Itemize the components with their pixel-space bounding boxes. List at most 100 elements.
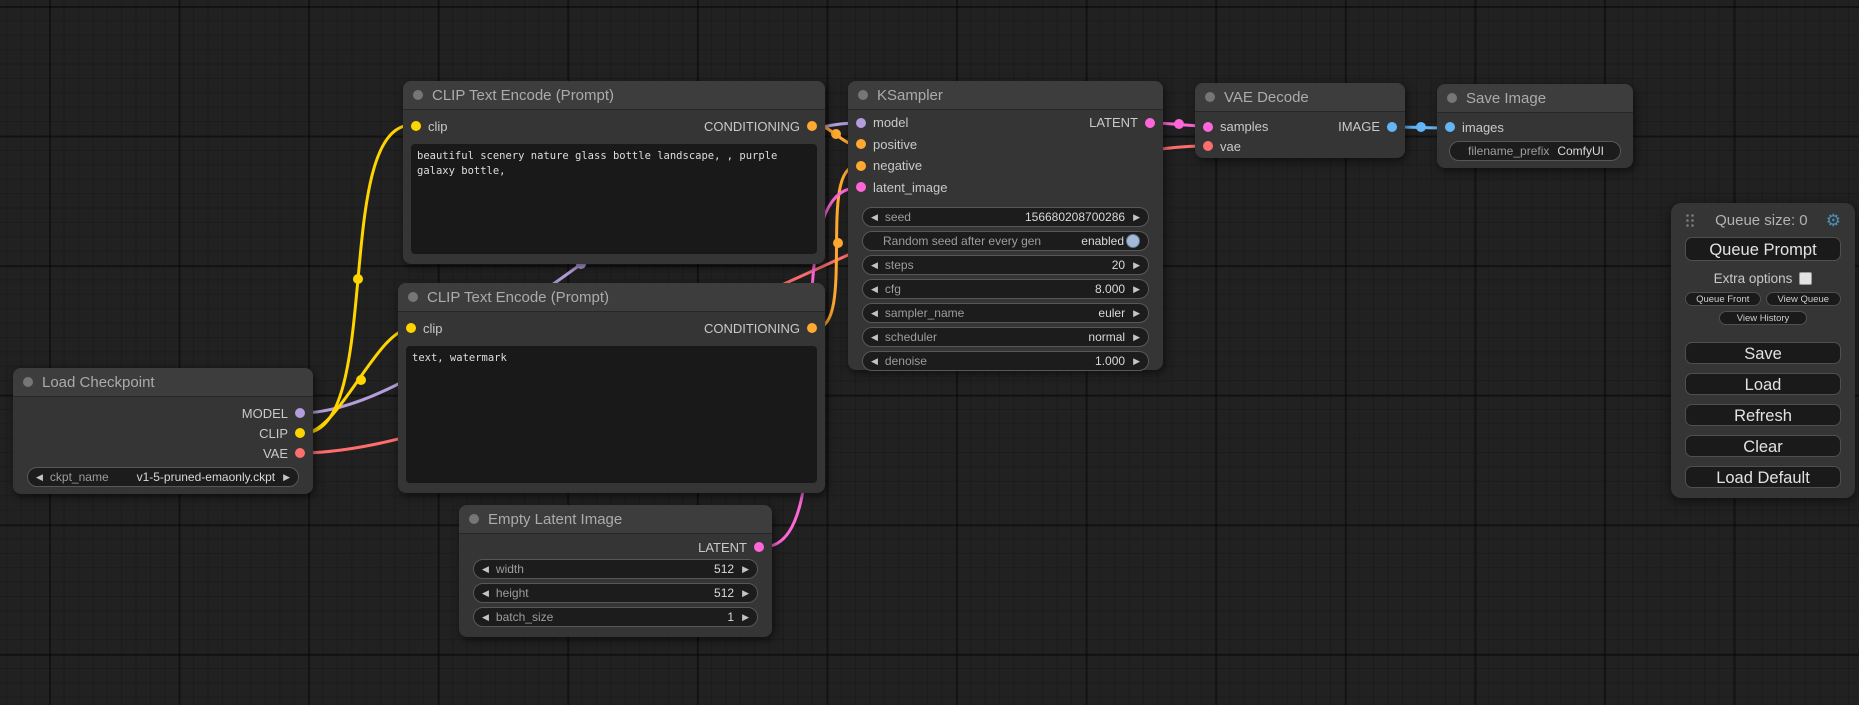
model-port-icon[interactable] — [856, 118, 866, 128]
increment-arrow-icon[interactable]: ▶ — [1133, 261, 1140, 270]
output-port-model[interactable]: MODEL — [242, 406, 305, 421]
refresh-button[interactable]: Refresh — [1685, 404, 1841, 426]
latent-port-icon[interactable] — [754, 542, 764, 552]
node-title-bar[interactable]: CLIP Text Encode (Prompt) — [398, 283, 825, 311]
vae-port-icon[interactable] — [295, 448, 305, 458]
node-clip-text-encode-negative[interactable]: CLIP Text Encode (Prompt) clip CONDITION… — [398, 283, 825, 493]
output-port-latent[interactable]: LATENT — [698, 540, 764, 555]
collapse-dot[interactable] — [858, 90, 868, 100]
drag-handle-icon[interactable] — [1685, 213, 1695, 228]
clear-button[interactable]: Clear — [1685, 435, 1841, 457]
widget-height[interactable]: ◀ height 512 ▶ — [473, 583, 758, 603]
output-port-clip[interactable]: CLIP — [259, 426, 305, 441]
queue-front-button[interactable]: Queue Front — [1685, 292, 1761, 306]
conditioning-port-icon[interactable] — [856, 139, 866, 149]
input-port-images[interactable]: images — [1445, 120, 1504, 135]
increment-arrow-icon[interactable]: ▶ — [1133, 285, 1140, 294]
decrement-arrow-icon[interactable]: ◀ — [482, 565, 489, 574]
widget-width[interactable]: ◀ width 512 ▶ — [473, 559, 758, 579]
clip-port-icon[interactable] — [406, 323, 416, 333]
decrement-arrow-icon[interactable]: ◀ — [871, 285, 878, 294]
increment-arrow-icon[interactable]: ▶ — [1133, 333, 1140, 342]
increment-arrow-icon[interactable]: ▶ — [742, 613, 749, 622]
node-title-bar[interactable]: Save Image — [1437, 84, 1633, 112]
load-default-button[interactable]: Load Default — [1685, 466, 1841, 488]
image-port-icon[interactable] — [1387, 122, 1397, 132]
input-port-latent-image[interactable]: latent_image — [856, 180, 947, 195]
clip-port-icon[interactable] — [295, 428, 305, 438]
output-port-conditioning[interactable]: CONDITIONING — [704, 321, 817, 336]
widget-batch-size[interactable]: ◀ batch_size 1 ▶ — [473, 607, 758, 627]
widget-ckpt-name[interactable]: ◀ ckpt_name v1-5-pruned-emaonly.ckpt ▶ — [27, 467, 299, 487]
output-port-vae[interactable]: VAE — [263, 446, 305, 461]
increment-arrow-icon[interactable]: ▶ — [283, 473, 290, 482]
widget-denoise[interactable]: ◀ denoise 1.000 ▶ — [862, 351, 1149, 371]
widget-random-seed-toggle[interactable]: Random seed after every gen enabled — [862, 231, 1149, 251]
node-ksampler[interactable]: KSampler model LATENT positive negative … — [848, 81, 1163, 370]
latent-port-icon[interactable] — [1203, 122, 1213, 132]
increment-arrow-icon[interactable]: ▶ — [1133, 213, 1140, 222]
widget-sampler-name[interactable]: ◀ sampler_name euler ▶ — [862, 303, 1149, 323]
input-port-positive[interactable]: positive — [856, 137, 917, 152]
image-port-icon[interactable] — [1445, 122, 1455, 132]
node-load-checkpoint[interactable]: Load Checkpoint MODEL CLIP VAE ◀ ckpt_na… — [13, 368, 313, 494]
increment-arrow-icon[interactable]: ▶ — [742, 589, 749, 598]
decrement-arrow-icon[interactable]: ◀ — [36, 473, 43, 482]
node-clip-text-encode-positive[interactable]: CLIP Text Encode (Prompt) clip CONDITION… — [403, 81, 825, 264]
increment-arrow-icon[interactable]: ▶ — [1133, 309, 1140, 318]
output-port-image[interactable]: IMAGE — [1338, 119, 1397, 134]
widget-scheduler[interactable]: ◀ scheduler normal ▶ — [862, 327, 1149, 347]
node-title-bar[interactable]: KSampler — [848, 81, 1163, 109]
collapse-dot[interactable] — [469, 514, 479, 524]
widget-filename-prefix[interactable]: filename_prefix ComfyUI — [1449, 141, 1621, 161]
decrement-arrow-icon[interactable]: ◀ — [871, 213, 878, 222]
increment-arrow-icon[interactable]: ▶ — [1133, 357, 1140, 366]
node-title-bar[interactable]: CLIP Text Encode (Prompt) — [403, 81, 825, 109]
output-port-conditioning[interactable]: CONDITIONING — [704, 119, 817, 134]
node-save-image[interactable]: Save Image images filename_prefix ComfyU… — [1437, 84, 1633, 168]
prompt-textarea[interactable]: text, watermark — [406, 346, 817, 483]
queue-menu-panel[interactable]: Queue size: 0 ⚙ Queue Prompt Extra optio… — [1671, 203, 1855, 498]
collapse-dot[interactable] — [23, 377, 33, 387]
model-port-icon[interactable] — [295, 408, 305, 418]
prompt-textarea[interactable]: beautiful scenery nature glass bottle la… — [411, 144, 817, 254]
decrement-arrow-icon[interactable]: ◀ — [482, 589, 489, 598]
clip-port-icon[interactable] — [411, 121, 421, 131]
widget-cfg[interactable]: ◀ cfg 8.000 ▶ — [862, 279, 1149, 299]
load-button[interactable]: Load — [1685, 373, 1841, 395]
queue-prompt-button[interactable]: Queue Prompt — [1685, 237, 1841, 261]
node-empty-latent-image[interactable]: Empty Latent Image LATENT ◀ width 512 ▶ … — [459, 505, 772, 637]
collapse-dot[interactable] — [408, 292, 418, 302]
node-title-bar[interactable]: VAE Decode — [1195, 83, 1405, 111]
collapse-dot[interactable] — [1205, 92, 1215, 102]
widget-seed[interactable]: ◀ seed 156680208700286 ▶ — [862, 207, 1149, 227]
decrement-arrow-icon[interactable]: ◀ — [482, 613, 489, 622]
conditioning-port-icon[interactable] — [856, 161, 866, 171]
input-port-negative[interactable]: negative — [856, 158, 922, 173]
extra-options-checkbox[interactable] — [1799, 272, 1812, 285]
increment-arrow-icon[interactable]: ▶ — [742, 565, 749, 574]
latent-port-icon[interactable] — [856, 182, 866, 192]
save-button[interactable]: Save — [1685, 342, 1841, 364]
output-port-latent[interactable]: LATENT — [1089, 115, 1155, 130]
decrement-arrow-icon[interactable]: ◀ — [871, 333, 878, 342]
collapse-dot[interactable] — [1447, 93, 1457, 103]
toggle-on-icon[interactable] — [1126, 234, 1140, 248]
input-port-vae[interactable]: vae — [1203, 139, 1241, 154]
input-port-samples[interactable]: samples — [1203, 119, 1268, 134]
node-title-bar[interactable]: Empty Latent Image — [459, 505, 772, 533]
conditioning-port-icon[interactable] — [807, 121, 817, 131]
vae-port-icon[interactable] — [1203, 141, 1213, 151]
conditioning-port-icon[interactable] — [807, 323, 817, 333]
latent-port-icon[interactable] — [1145, 118, 1155, 128]
decrement-arrow-icon[interactable]: ◀ — [871, 357, 878, 366]
input-port-clip[interactable]: clip — [411, 119, 448, 134]
widget-steps[interactable]: ◀ steps 20 ▶ — [862, 255, 1149, 275]
collapse-dot[interactable] — [413, 90, 423, 100]
input-port-clip[interactable]: clip — [406, 321, 443, 336]
view-history-button[interactable]: View History — [1719, 311, 1807, 325]
decrement-arrow-icon[interactable]: ◀ — [871, 261, 878, 270]
node-title-bar[interactable]: Load Checkpoint — [13, 368, 313, 396]
node-vae-decode[interactable]: VAE Decode samples IMAGE vae — [1195, 83, 1405, 158]
node-graph-canvas[interactable]: Load Checkpoint MODEL CLIP VAE ◀ ckpt_na… — [0, 0, 1859, 705]
